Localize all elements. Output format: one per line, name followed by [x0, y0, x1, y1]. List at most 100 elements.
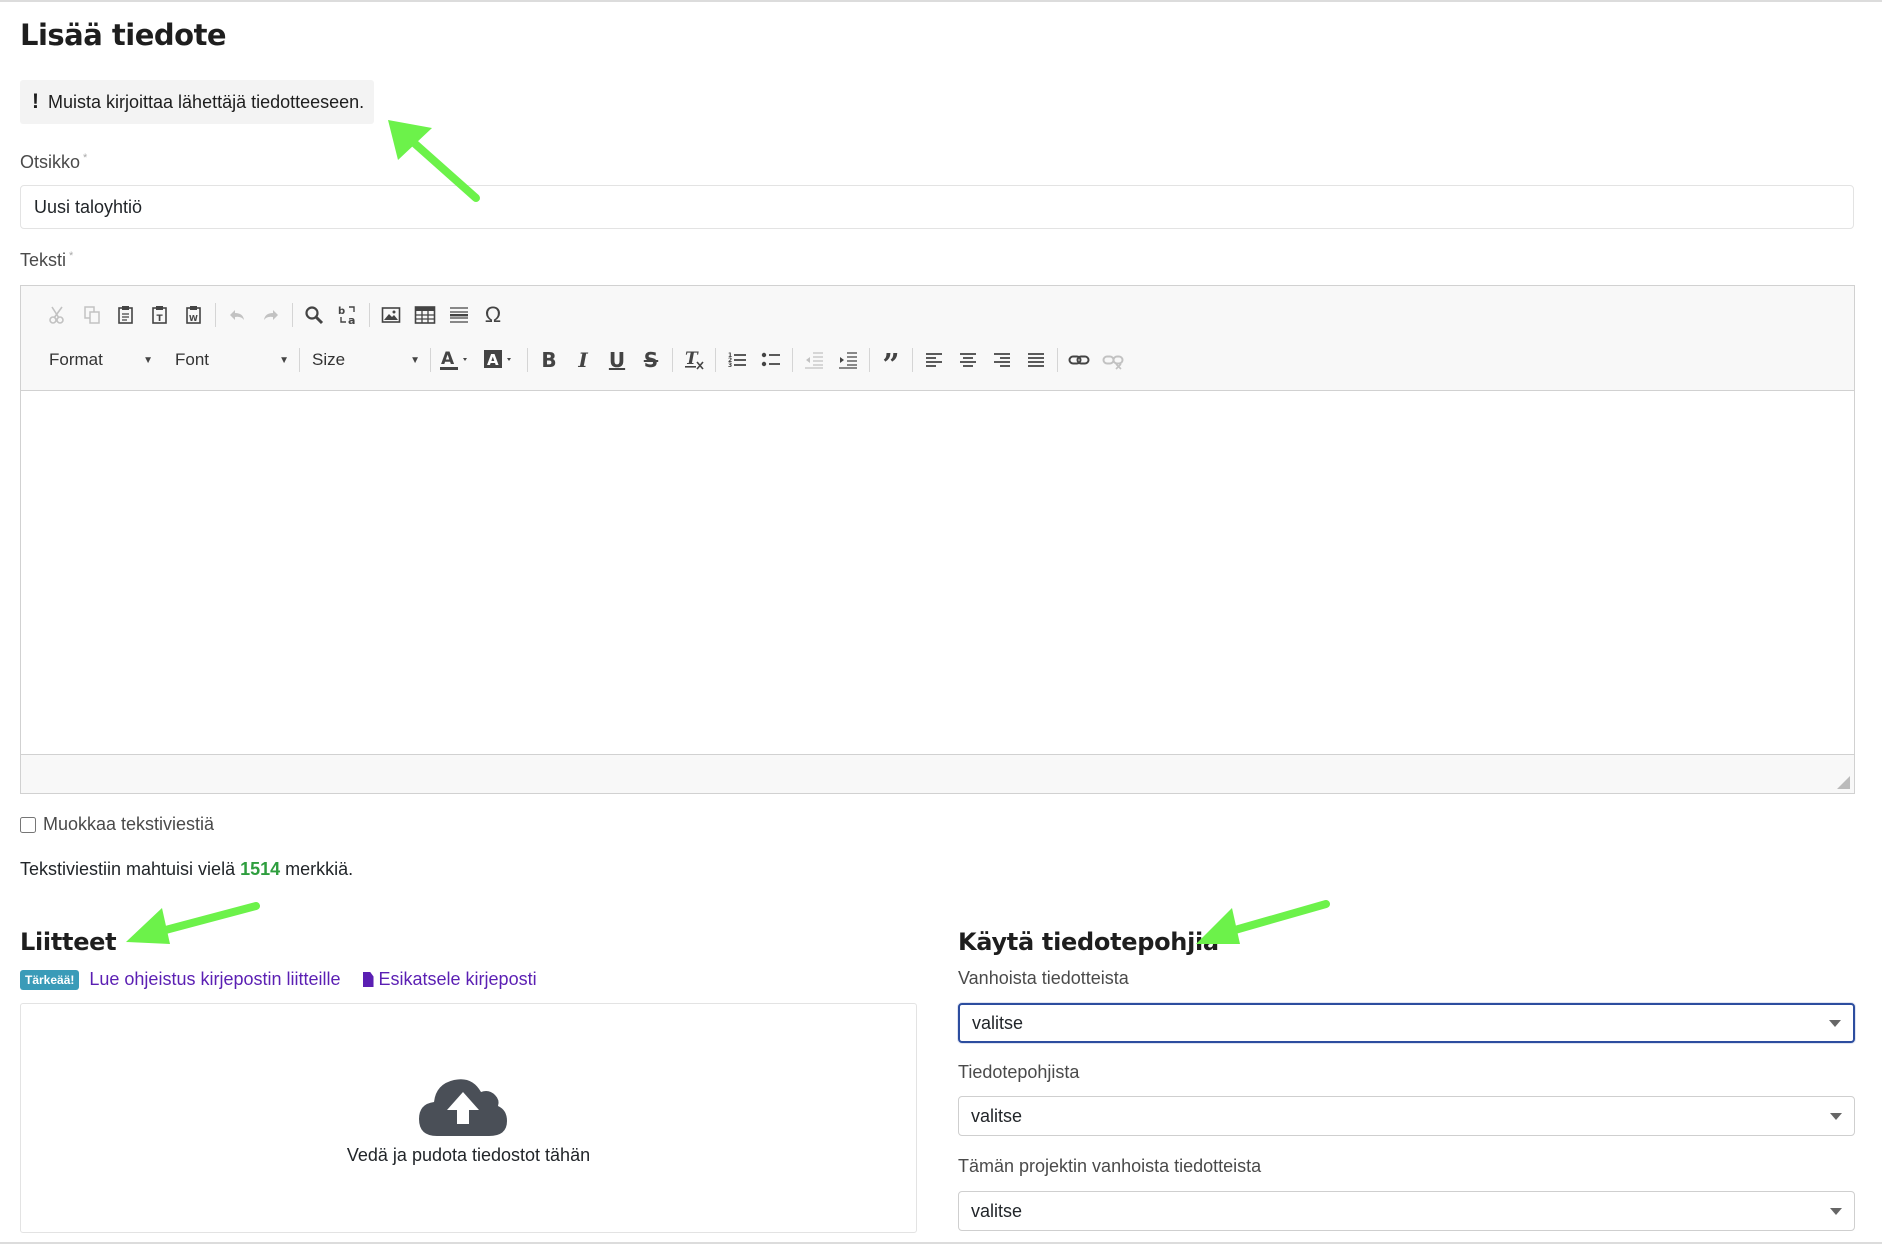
- horizontal-line-icon[interactable]: [442, 299, 476, 331]
- undo-icon[interactable]: [220, 299, 254, 331]
- bulletin-templates-value: valitse: [971, 1105, 1023, 1126]
- preview-letter-label: Esikatsele kirjeposti: [378, 969, 537, 989]
- find-icon[interactable]: [297, 299, 331, 331]
- project-old-bulletins-select[interactable]: valitse: [958, 1191, 1855, 1231]
- dropzone-text: Vedä ja pudota tiedostot tähän: [346, 1145, 591, 1165]
- edit-sms-label: Muokkaa tekstiviestiä: [43, 814, 215, 834]
- annotation-arrow-icon: [126, 902, 260, 944]
- svg-text:W: W: [189, 314, 198, 323]
- toolbar-separator: [912, 348, 913, 372]
- cloud-upload-icon: [419, 1079, 507, 1136]
- annotation-arrow-icon: [388, 120, 480, 202]
- project-old-bulletins-value: valitse: [971, 1200, 1023, 1221]
- page-bottom-divider: [0, 1242, 1882, 1244]
- annotation-arrow-icon: [1196, 900, 1330, 944]
- old-bulletins-value: valitse: [972, 1012, 1024, 1033]
- letter-attachment-guide-link[interactable]: Lue ohjeistus kirjepostin liitteille: [89, 969, 340, 990]
- toolbar-separator: [1057, 348, 1058, 372]
- attachments-links: Tärkeää! Lue ohjeistus kirjepostin liitt…: [20, 969, 537, 990]
- chevron-down-icon: ▼: [410, 354, 420, 366]
- table-icon[interactable]: [408, 299, 442, 331]
- link-icon[interactable]: [1062, 344, 1096, 376]
- copy-icon[interactable]: [75, 299, 109, 331]
- required-mark: *: [69, 250, 74, 262]
- svg-text:3: 3: [728, 362, 732, 369]
- unlink-icon[interactable]: [1096, 344, 1130, 376]
- templates-heading: Käytä tiedotepohjia: [958, 928, 1219, 956]
- sender-reminder-notice: ! Muista kirjoittaa lähettäjä tiedottees…: [20, 80, 375, 124]
- paste-icon[interactable]: [109, 299, 143, 331]
- toolbar-separator: [430, 348, 431, 372]
- toolbar-row-2: Format ▼ Font ▼ Size ▼ A A B I U S T 1 2…: [41, 343, 1130, 383]
- text-color-icon[interactable]: A: [435, 344, 479, 376]
- italic-icon[interactable]: I: [566, 344, 600, 376]
- svg-text:A: A: [487, 351, 499, 369]
- title-label-text: Otsikko: [20, 152, 81, 172]
- title-input[interactable]: [20, 185, 1854, 229]
- toolbar-separator: [672, 348, 673, 372]
- svg-text:A: A: [441, 349, 455, 369]
- important-badge: Tärkeää!: [20, 969, 80, 990]
- image-icon[interactable]: [374, 299, 408, 331]
- font-dropdown[interactable]: Font ▼: [167, 345, 295, 375]
- decrease-indent-icon[interactable]: [797, 344, 831, 376]
- replace-icon[interactable]: ba: [331, 299, 365, 331]
- attachments-heading: Liitteet: [20, 928, 117, 956]
- title-label: Otsikko *: [20, 152, 87, 173]
- remove-format-icon[interactable]: T: [677, 344, 711, 376]
- resize-handle-icon[interactable]: [1837, 776, 1850, 789]
- increase-indent-icon[interactable]: [831, 344, 865, 376]
- project-old-bulletins-label: Tämän projektin vanhoista tiedotteista: [958, 1156, 1262, 1176]
- notice-text: Muista kirjoittaa lähettäjä tiedotteesee…: [48, 91, 365, 112]
- toolbar-separator: [792, 348, 793, 372]
- chevron-down-icon: [1830, 1112, 1842, 1120]
- justify-icon[interactable]: [1019, 344, 1053, 376]
- cut-icon[interactable]: [41, 299, 75, 331]
- bold-icon[interactable]: B: [532, 344, 566, 376]
- chevron-down-icon: [1829, 1019, 1841, 1027]
- editor-statusbar: [21, 754, 1854, 793]
- font-dropdown-label: Font: [175, 350, 210, 369]
- rich-text-editor: T W ba Ω Format ▼ Font ▼ Size ▼ A A B I …: [20, 285, 1855, 794]
- paste-word-icon[interactable]: W: [177, 299, 211, 331]
- toolbar-separator: [292, 303, 293, 327]
- align-left-icon[interactable]: [917, 344, 951, 376]
- page-title: Lisää tiedote: [20, 18, 227, 52]
- old-bulletins-select[interactable]: valitse: [958, 1003, 1855, 1043]
- svg-text:T: T: [157, 314, 164, 324]
- bulleted-list-icon[interactable]: [754, 344, 788, 376]
- sms-prefix: Tekstiviestiin mahtuisi vielä: [20, 859, 236, 879]
- format-dropdown[interactable]: Format ▼: [41, 345, 159, 375]
- strikethrough-icon[interactable]: S: [634, 344, 668, 376]
- edit-sms-checkbox[interactable]: [20, 816, 36, 833]
- numbered-list-icon[interactable]: 123: [720, 344, 754, 376]
- chevron-down-icon: ▼: [143, 354, 153, 366]
- preview-letter-link[interactable]: Esikatsele kirjeposti: [362, 969, 537, 990]
- text-label: Teksti *: [20, 250, 73, 271]
- editor-content-area[interactable]: [21, 391, 1854, 756]
- toolbar-separator: [215, 303, 216, 327]
- svg-text:a: a: [348, 314, 355, 326]
- size-dropdown[interactable]: Size ▼: [304, 345, 426, 375]
- align-right-icon[interactable]: [985, 344, 1019, 376]
- editor-toolbar: T W ba Ω Format ▼ Font ▼ Size ▼ A A B I …: [21, 286, 1854, 391]
- bulletin-templates-select[interactable]: valitse: [958, 1096, 1855, 1136]
- blockquote-icon[interactable]: ”: [874, 339, 908, 383]
- edit-sms-checkbox-row[interactable]: Muokkaa tekstiviestiä: [20, 814, 214, 835]
- special-character-icon[interactable]: Ω: [476, 299, 510, 331]
- align-center-icon[interactable]: [951, 344, 985, 376]
- toolbar-separator: [369, 303, 370, 327]
- size-dropdown-label: Size: [312, 350, 346, 369]
- exclamation-icon: !: [32, 90, 39, 113]
- sms-remaining-text: Tekstiviestiin mahtuisi vielä 1514 merkk…: [20, 859, 353, 880]
- background-color-icon[interactable]: A: [479, 344, 523, 376]
- toolbar-row-1: T W ba Ω: [41, 298, 510, 332]
- file-dropzone[interactable]: Vedä ja pudota tiedostot tähän: [20, 1003, 917, 1233]
- underline-icon[interactable]: U: [600, 344, 634, 376]
- chevron-down-icon: [1830, 1207, 1842, 1215]
- pdf-icon: [362, 972, 374, 987]
- svg-text:b: b: [338, 306, 345, 317]
- redo-icon[interactable]: [254, 299, 288, 331]
- sms-remaining-count: 1514: [240, 859, 281, 879]
- paste-text-icon[interactable]: T: [143, 299, 177, 331]
